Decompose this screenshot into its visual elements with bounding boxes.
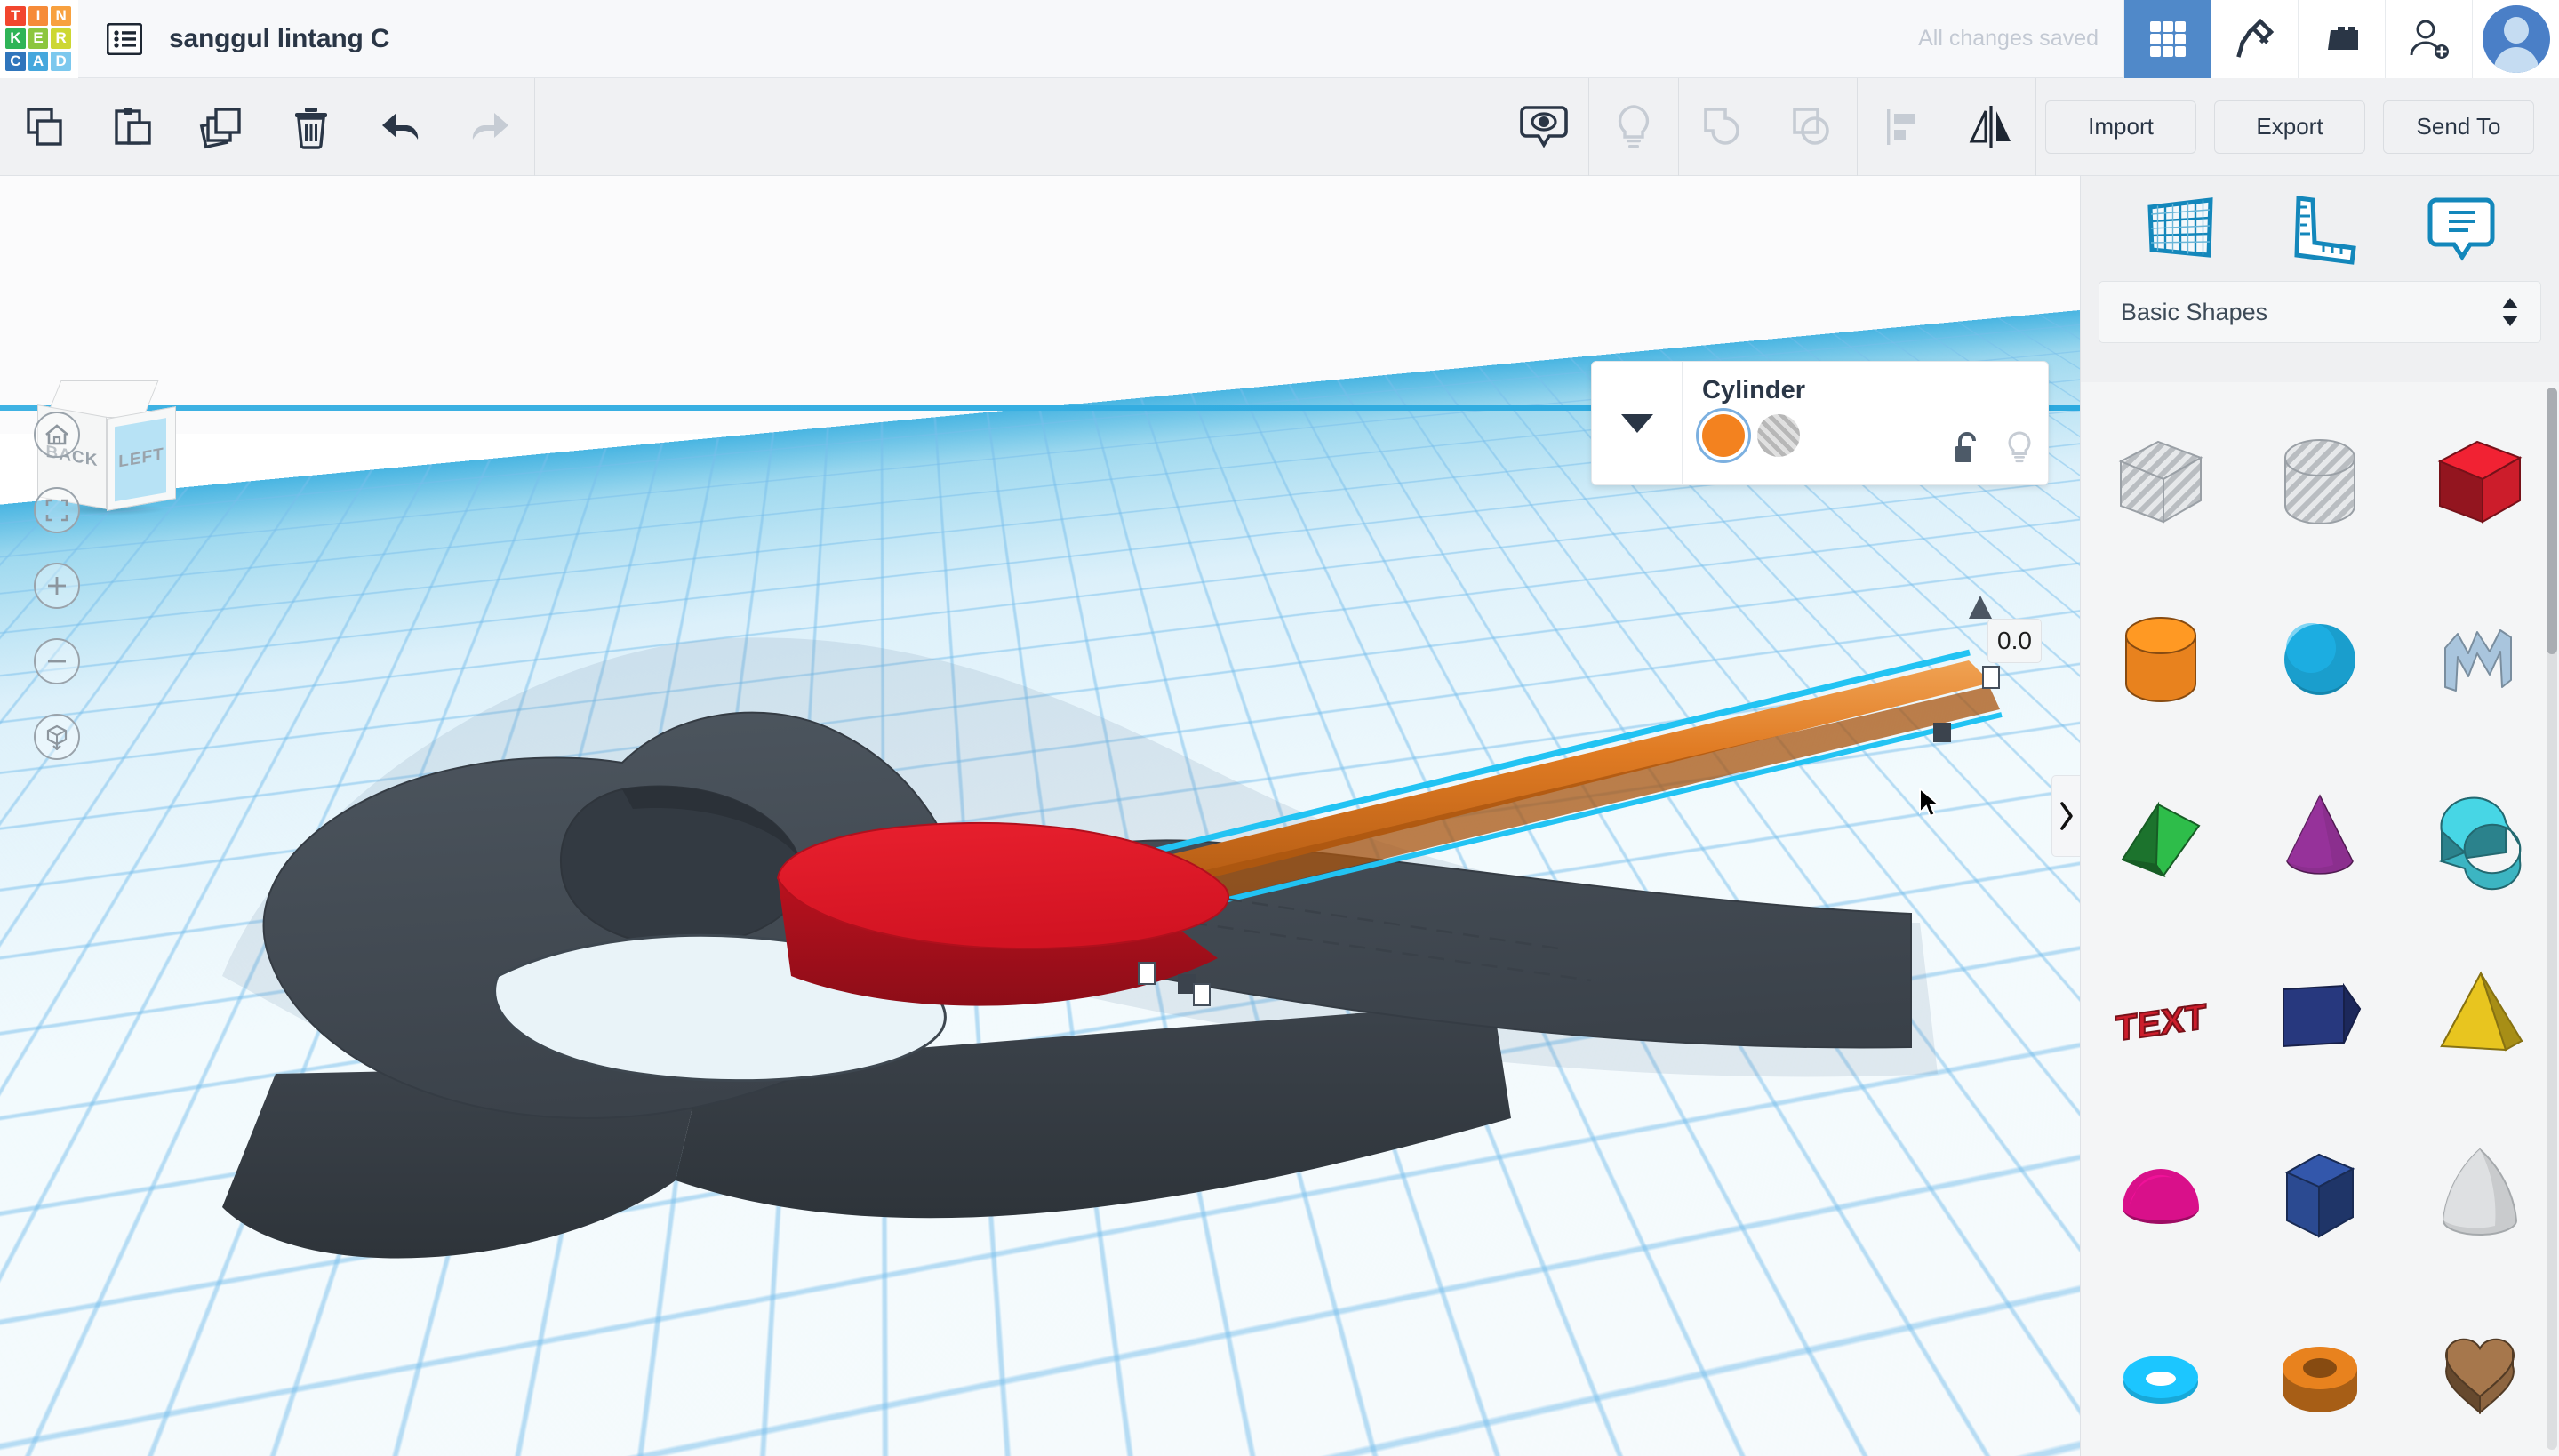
- shape-polygon[interactable]: [2241, 1104, 2401, 1282]
- orange-bar-top: [1147, 660, 1991, 887]
- shape-category-select[interactable]: Basic Shapes: [2099, 281, 2541, 343]
- shape-category-label: Basic Shapes: [2121, 298, 2268, 325]
- shape-name-label: Cylinder: [1702, 376, 1806, 404]
- visibility-eye-icon[interactable]: [1499, 78, 1588, 176]
- logo-tile-a: A: [28, 51, 49, 72]
- shape-inspector-panel[interactable]: Cylinder: [1591, 361, 2049, 485]
- copy-icon[interactable]: [0, 78, 89, 176]
- invite-person-icon[interactable]: [2385, 0, 2472, 78]
- shape-roof[interactable]: [2081, 748, 2241, 926]
- undo-icon[interactable]: [356, 78, 445, 176]
- note-icon[interactable]: [2412, 184, 2510, 273]
- align-icon[interactable]: [1858, 78, 1947, 176]
- top-bar: TIN KER CAD sanggul lintang C All changes …: [0, 0, 2559, 78]
- home-icon: [45, 424, 68, 445]
- codeblocks-icon[interactable]: [2211, 0, 2298, 78]
- ruler-icon[interactable]: [2271, 184, 2369, 273]
- hole-swatch[interactable]: [1757, 414, 1800, 457]
- toolbar-divider-7: [2035, 77, 2036, 176]
- shapes-scrollbar-thumb[interactable]: [2547, 388, 2557, 654]
- shape-torus[interactable]: [2081, 1282, 2241, 1456]
- import-button[interactable]: Import: [2045, 100, 2196, 154]
- ortho-perspective-button[interactable]: [34, 714, 80, 760]
- logo-tile-r: R: [51, 28, 71, 49]
- shape-box[interactable]: [2400, 393, 2559, 571]
- shapes-panel: Basic Shapes TEXT: [2080, 176, 2559, 1456]
- project-title[interactable]: sanggul lintang C: [169, 24, 389, 54]
- save-status: All changes saved: [1918, 26, 2099, 51]
- fit-to-view-button[interactable]: [34, 487, 80, 533]
- shape-cylinder-hole[interactable]: [2241, 393, 2401, 571]
- panel-tab-row: [2081, 176, 2559, 281]
- logo-tile-n: N: [51, 5, 71, 27]
- avatar[interactable]: [2472, 0, 2559, 78]
- lightbulb-icon[interactable]: [1589, 78, 1678, 176]
- shape-paraboloid[interactable]: [2400, 1104, 2559, 1282]
- stepper-updown-icon: [2502, 298, 2518, 326]
- caret-down-icon: [1620, 414, 1653, 433]
- shape-tube[interactable]: [2241, 1282, 2401, 1456]
- grid-view-icon[interactable]: [2123, 0, 2211, 78]
- view-cube-left-face[interactable]: LEFT: [107, 406, 176, 511]
- svg-text:TEXT: TEXT: [2115, 996, 2207, 1049]
- shape-pyramid[interactable]: [2400, 926, 2559, 1104]
- panel-collapse-tab[interactable]: [2051, 775, 2080, 857]
- logo-tile-c: C: [5, 51, 26, 72]
- delete-icon[interactable]: [267, 78, 356, 176]
- measurement-tooltip: 0.0: [1987, 619, 2042, 663]
- shapes-grid[interactable]: TEXT: [2081, 382, 2559, 1456]
- shape-wedge[interactable]: [2241, 926, 2401, 1104]
- project-menu-icon[interactable]: [100, 14, 149, 64]
- zoom-out-icon: [48, 660, 66, 663]
- edit-toolbar: Import Export Send To: [0, 77, 2559, 176]
- shape-cylinder[interactable]: [2081, 571, 2241, 748]
- chevron-right-icon: [2059, 802, 2073, 830]
- mirror-icon[interactable]: [1947, 78, 2035, 176]
- send-to-button[interactable]: Send To: [2383, 100, 2534, 154]
- logo-tile-k: K: [5, 28, 26, 49]
- logo-tile-t: T: [5, 5, 26, 27]
- redo-icon[interactable]: [445, 78, 534, 176]
- tinkercad-logo[interactable]: TIN KER CAD: [0, 0, 78, 78]
- export-button[interactable]: Export: [2214, 100, 2365, 154]
- top-bar-right: All changes saved: [1918, 0, 2559, 78]
- solid-swatch[interactable]: [1702, 414, 1745, 457]
- group-icon[interactable]: [1679, 78, 1768, 176]
- fit-view-icon: [45, 499, 68, 522]
- selection-handle-1[interactable]: [1138, 962, 1156, 985]
- blocks-icon[interactable]: [2298, 0, 2385, 78]
- shape-box-hole[interactable]: [2081, 393, 2241, 571]
- shape-round-roof[interactable]: [2400, 748, 2559, 926]
- home-view-button[interactable]: [34, 412, 80, 458]
- toolbar-divider-2: [534, 77, 535, 176]
- perspective-box-icon: [46, 724, 68, 750]
- workplane-icon[interactable]: [2130, 184, 2227, 273]
- inspector-body: Cylinder: [1683, 362, 2048, 484]
- lock-icon[interactable]: [1952, 430, 1982, 470]
- logo-tile-d: D: [51, 51, 71, 72]
- logo-tile-i: I: [28, 5, 49, 27]
- selection-handle-3[interactable]: [1193, 983, 1211, 1006]
- shape-cone[interactable]: [2241, 748, 2401, 926]
- selection-handle-5[interactable]: [1933, 723, 1951, 742]
- duplicate-icon[interactable]: [178, 78, 267, 176]
- shape-heart[interactable]: [2400, 1282, 2559, 1456]
- orange-bar-side: [1148, 686, 2000, 912]
- inspector-actions: [1952, 430, 2034, 470]
- paste-icon[interactable]: [89, 78, 178, 176]
- highlight-lightbulb-icon[interactable]: [2005, 430, 2034, 470]
- zoom-in-button[interactable]: [34, 563, 80, 609]
- zoom-out-button[interactable]: [34, 638, 80, 684]
- zoom-in-icon: [48, 577, 66, 595]
- shape-sphere[interactable]: [2241, 571, 2401, 748]
- logo-tile-e: E: [28, 28, 49, 49]
- selection-handle-4[interactable]: [1982, 666, 2000, 689]
- shape-scribble[interactable]: [2400, 571, 2559, 748]
- ungroup-icon[interactable]: [1768, 78, 1857, 176]
- inspector-collapse-icon[interactable]: [1592, 362, 1683, 484]
- shape-half-sphere[interactable]: [2081, 1104, 2241, 1282]
- design-canvas[interactable]: 0.0 BACK LEFT Cylinder: [0, 176, 2080, 1456]
- shape-text[interactable]: TEXT: [2081, 926, 2241, 1104]
